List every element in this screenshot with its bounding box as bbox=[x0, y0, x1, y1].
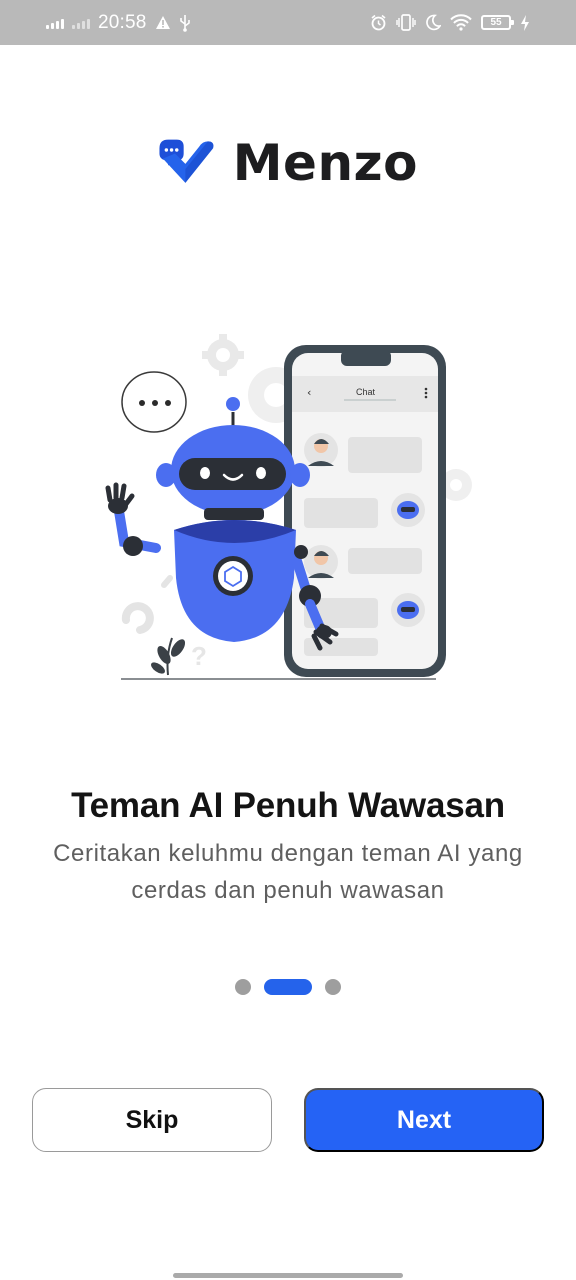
warning-icon bbox=[155, 16, 170, 29]
status-time: 20:58 bbox=[98, 11, 147, 33]
signal-icon bbox=[46, 17, 64, 29]
onboarding-subtitle: Ceritakan keluhmu dengan teman AI yang c… bbox=[53, 840, 523, 904]
onboarding-title: Teman AI Penuh Wawasan bbox=[71, 786, 505, 825]
chat-bubble-icon bbox=[121, 371, 187, 433]
next-button[interactable]: Next bbox=[304, 1088, 544, 1152]
moon-icon bbox=[426, 14, 441, 31]
phone-mockup: ‹ Chat bbox=[284, 345, 446, 677]
status-left: 20:58 bbox=[46, 0, 191, 45]
charging-icon bbox=[521, 14, 529, 31]
robot-illustration: ? ‹ Chat bbox=[105, 334, 472, 680]
status-bar: 20:58 55 bbox=[0, 0, 576, 45]
home-indicator[interactable] bbox=[173, 1273, 403, 1278]
plant-icon bbox=[151, 637, 186, 676]
app-logo: Menzo bbox=[156, 128, 418, 198]
phone-chat-title: Chat bbox=[356, 387, 376, 397]
page-dot-3[interactable] bbox=[325, 979, 341, 995]
usb-icon bbox=[179, 14, 190, 32]
battery-icon: 55 bbox=[481, 15, 514, 30]
svg-text:‹: ‹ bbox=[307, 386, 311, 399]
app-name: Menzo bbox=[232, 134, 418, 192]
skip-button[interactable]: Skip bbox=[32, 1088, 272, 1152]
page-dot-2-active[interactable] bbox=[264, 979, 312, 995]
question-mark-icon bbox=[121, 602, 154, 634]
page-dot-1[interactable] bbox=[235, 979, 251, 995]
battery-level: 55 bbox=[490, 17, 502, 28]
wifi-icon bbox=[450, 14, 472, 31]
page-indicator bbox=[235, 979, 341, 995]
svg-text:?: ? bbox=[191, 641, 207, 671]
status-right: 55 bbox=[370, 0, 530, 45]
signal-icon bbox=[72, 17, 90, 29]
gear-icon bbox=[202, 334, 244, 376]
alarm-icon bbox=[371, 14, 386, 31]
vibrate-icon bbox=[396, 14, 416, 31]
logo-heart-icon bbox=[159, 139, 214, 183]
